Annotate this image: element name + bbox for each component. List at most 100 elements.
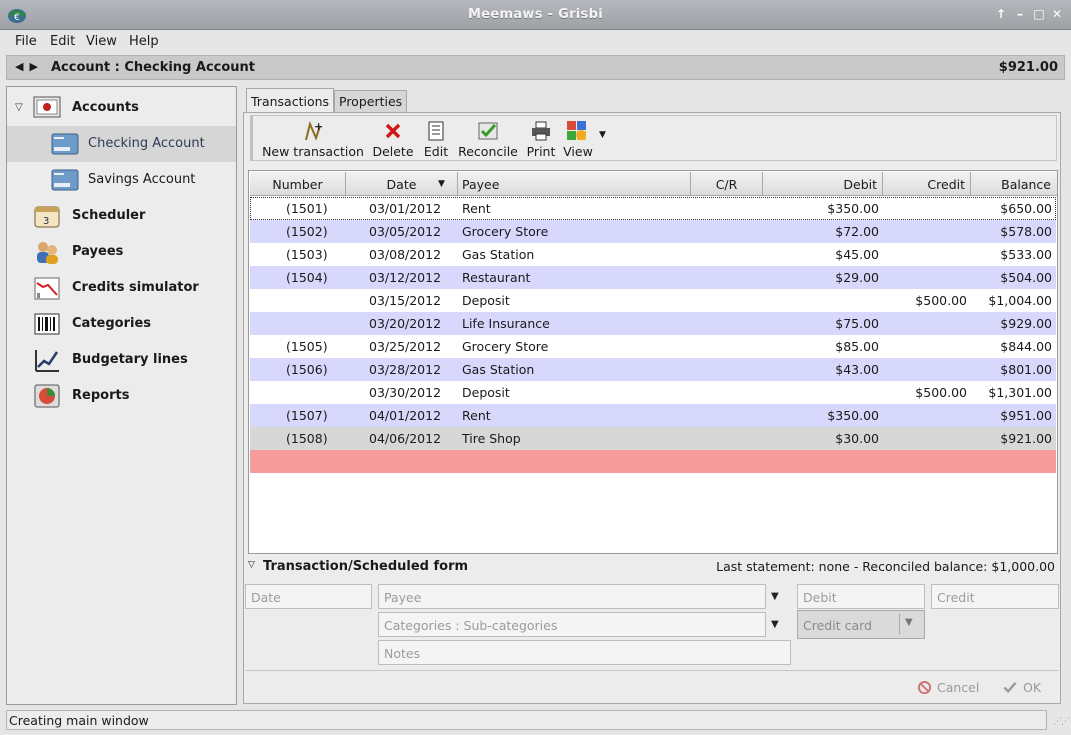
transaction-form-header: ▽ Transaction/Scheduled form Last statem… [243, 556, 1061, 578]
sidebar-item-label: Scheduler [72, 208, 146, 223]
payee-dropdown-icon[interactable]: ▼ [771, 591, 783, 603]
cell-date: 03/05/2012 [369, 224, 442, 239]
col-header-number[interactable]: Number [250, 172, 346, 196]
sidebar-item-scheduler[interactable]: 3 Scheduler [7, 198, 236, 234]
sidebar: ▽ Accounts Checking Account Savings Acco… [6, 86, 237, 705]
sidebar-item-credits-simulator[interactable]: Credits simulator [7, 270, 236, 306]
sidebar-item-label: Categories [72, 316, 152, 331]
menu-edit[interactable]: Edit [50, 34, 75, 49]
sidebar-item-categories[interactable]: Categories [7, 306, 236, 342]
table-row[interactable]: (1505) 03/25/2012 Grocery Store $85.00 $… [250, 335, 1056, 358]
sidebar-item-label: Accounts [72, 100, 139, 115]
expander-open-icon[interactable]: ▽ [248, 560, 255, 570]
window-up-button[interactable]: ↑ [994, 7, 1008, 21]
accounts-icon [33, 96, 61, 118]
cell-payee: Grocery Store [462, 339, 549, 354]
cell-payee: Gas Station [462, 362, 535, 377]
delete-button[interactable]: Delete [371, 118, 415, 160]
edit-button[interactable]: Edit [421, 118, 451, 160]
tab-transactions[interactable]: Transactions [246, 88, 335, 113]
table-row[interactable]: (1502) 03/05/2012 Grocery Store $72.00 $… [250, 220, 1056, 243]
table-row[interactable]: (1506) 03/28/2012 Gas Station $43.00 $80… [250, 358, 1056, 381]
cell-payee: Deposit [462, 385, 510, 400]
close-window-button[interactable]: ✕ [1050, 7, 1064, 21]
cell-credit: $500.00 [915, 385, 967, 400]
col-header-debit[interactable]: Debit [763, 172, 883, 196]
payment-method-select[interactable]: Credit card ▼ [797, 610, 925, 639]
menu-file[interactable]: File [15, 34, 37, 49]
cell-balance: $650.00 [1000, 201, 1052, 216]
form-title[interactable]: Transaction/Scheduled form [263, 559, 468, 574]
notes-field[interactable]: Notes [378, 640, 791, 665]
col-header-balance[interactable]: Balance [971, 172, 1057, 196]
col-header-cr[interactable]: C/R [691, 172, 763, 196]
cell-balance: $578.00 [1000, 224, 1052, 239]
cell-number: (1508) [286, 431, 328, 446]
view-label: View [563, 144, 593, 159]
title-bar[interactable]: € Meemaws - Grisbi ↑ – □ ✕ [0, 0, 1071, 30]
cell-number: (1507) [286, 408, 328, 423]
sidebar-item-label: Budgetary lines [72, 352, 188, 367]
cell-date: 04/01/2012 [369, 408, 442, 423]
reconcile-button[interactable]: Reconcile [456, 118, 520, 160]
tab-properties[interactable]: Properties [334, 90, 408, 114]
cell-debit: $45.00 [835, 247, 879, 262]
sidebar-item-accounts[interactable]: ▽ Accounts [7, 90, 236, 126]
sidebar-item-checking-account[interactable]: Checking Account [7, 126, 236, 162]
expander-open-icon[interactable]: ▽ [15, 102, 23, 113]
edit-label: Edit [423, 144, 449, 159]
table-row[interactable]: 03/20/2012 Life Insurance $75.00 $929.00 [250, 312, 1056, 335]
sidebar-item-budgetary-lines[interactable]: Budgetary lines [7, 342, 236, 378]
cell-payee: Rent [462, 408, 491, 423]
maximize-button[interactable]: □ [1032, 7, 1046, 21]
date-field[interactable]: Date [245, 584, 372, 609]
select-divider [899, 614, 900, 634]
cell-payee: Life Insurance [462, 316, 550, 331]
col-header-credit[interactable]: Credit [883, 172, 971, 196]
col-header-payee[interactable]: Payee [458, 172, 691, 196]
sidebar-item-savings-account[interactable]: Savings Account [7, 162, 236, 198]
form-divider [245, 670, 1059, 671]
table-row[interactable]: 03/30/2012 Deposit $500.00 $1,301.00 [250, 381, 1056, 404]
account-nav-arrows[interactable]: ◀▶ [15, 60, 44, 73]
minimize-button[interactable]: – [1013, 7, 1027, 21]
table-row[interactable]: (1501) 03/01/2012 Rent $350.00 $650.00 [250, 197, 1056, 220]
resize-grip-icon[interactable]: ⋰⋰ [1053, 717, 1070, 727]
sidebar-item-label: Payees [72, 244, 124, 259]
cell-payee: Grocery Store [462, 224, 549, 239]
delete-icon [385, 123, 401, 139]
sort-descending-icon: ▼ [438, 179, 445, 189]
ok-button[interactable]: OK [1000, 679, 1045, 697]
cell-balance: $504.00 [1000, 270, 1052, 285]
menu-view[interactable]: View [86, 34, 117, 49]
view-dropdown-arrow-icon[interactable]: ▼ [599, 130, 606, 140]
table-row[interactable]: (1504) 03/12/2012 Restaurant $29.00 $504… [250, 266, 1056, 289]
bank-card-icon [51, 169, 79, 191]
payment-method-value: Credit card [803, 618, 872, 633]
sidebar-item-reports[interactable]: Reports [7, 378, 236, 414]
new-transaction-button[interactable]: + New transaction [261, 118, 365, 160]
category-field[interactable]: Categories : Sub-categories [378, 612, 766, 637]
view-button[interactable]: View ▼ [563, 118, 607, 160]
payee-field[interactable]: Payee [378, 584, 766, 609]
new-transaction-row[interactable] [250, 450, 1056, 473]
cell-debit: $72.00 [835, 224, 879, 239]
toolbar: + New transaction Delete Edit Reconcile … [250, 115, 1057, 161]
table-row[interactable]: (1508) 04/06/2012 Tire Shop $30.00 $921.… [250, 427, 1056, 450]
category-dropdown-icon[interactable]: ▼ [771, 619, 783, 631]
table-row[interactable]: 03/15/2012 Deposit $500.00 $1,004.00 [250, 289, 1056, 312]
sidebar-item-label: Reports [72, 388, 130, 403]
sidebar-item-label: Savings Account [88, 172, 196, 187]
cell-debit: $350.00 [827, 201, 879, 216]
table-row[interactable]: (1503) 03/08/2012 Gas Station $45.00 $53… [250, 243, 1056, 266]
table-row[interactable]: (1507) 04/01/2012 Rent $350.00 $951.00 [250, 404, 1056, 427]
menu-help[interactable]: Help [129, 34, 159, 49]
delete-label: Delete [372, 144, 414, 159]
reconcile-label: Reconcile [458, 144, 518, 159]
credit-field[interactable]: Credit [931, 584, 1059, 609]
sidebar-item-payees[interactable]: Payees [7, 234, 236, 270]
debit-field[interactable]: Debit [797, 584, 925, 609]
cell-balance: $921.00 [1000, 431, 1052, 446]
status-text: Creating main window [6, 710, 1047, 730]
svg-text:3: 3 [43, 216, 49, 227]
